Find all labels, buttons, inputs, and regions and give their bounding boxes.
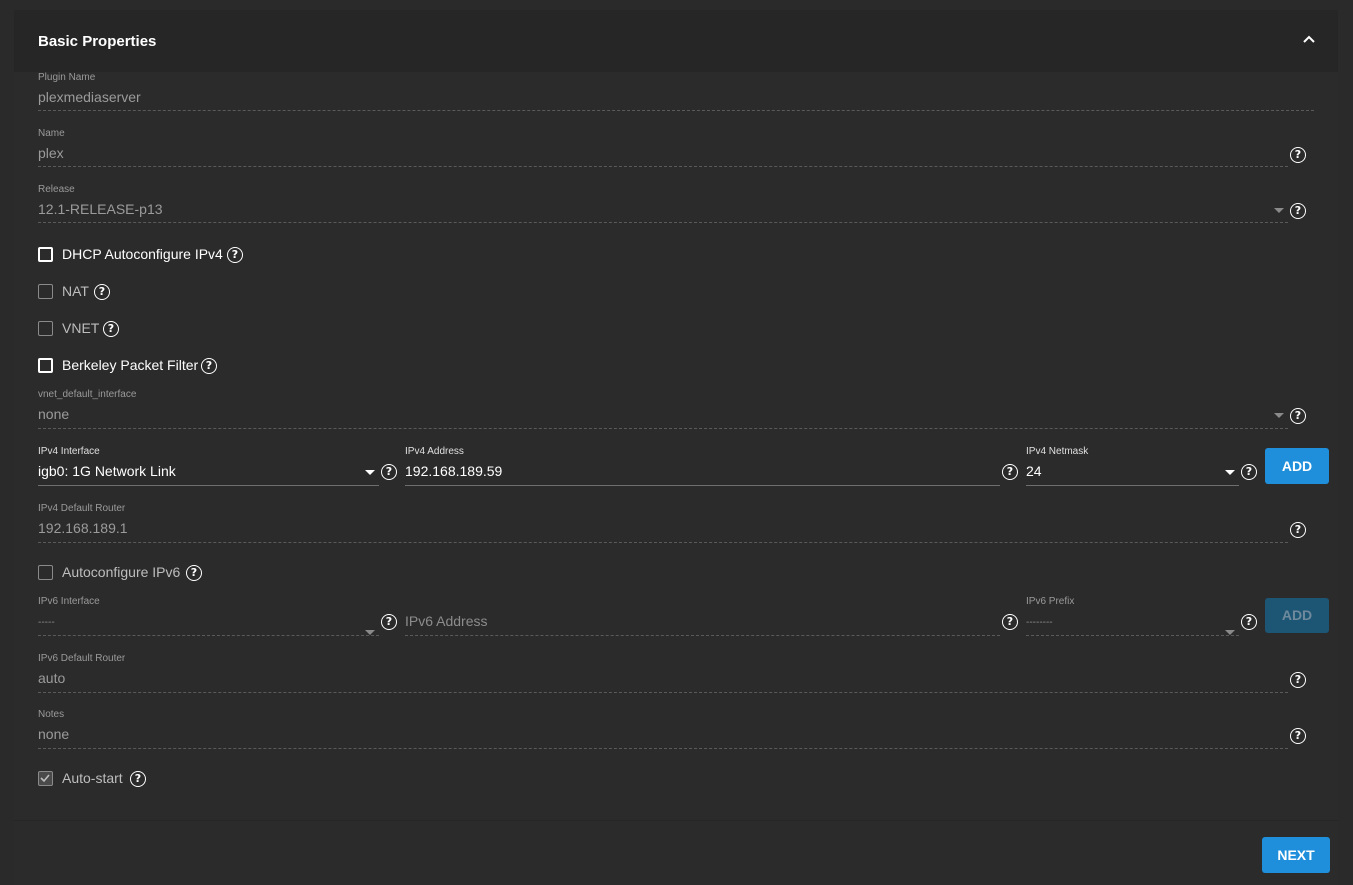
dhcp-help-icon[interactable]: ?: [227, 247, 243, 263]
vnet-default-interface-label: vnet_default_interface: [38, 389, 137, 400]
release-field[interactable]: Release 12.1-RELEASE-p13: [38, 184, 1288, 224]
bpf-help-icon[interactable]: ?: [201, 358, 217, 374]
ipv4-default-router-field[interactable]: IPv4 Default Router 192.168.189.1: [38, 503, 1288, 543]
auto-start-label: Auto-start: [62, 770, 123, 786]
autoconfigure-ipv6-help-icon[interactable]: ?: [186, 565, 202, 581]
ipv4-netmask-field[interactable]: IPv4 Netmask 24: [1026, 446, 1239, 486]
ipv6-default-router-help-icon[interactable]: ?: [1290, 672, 1306, 688]
ipv6-add-button[interactable]: ADD: [1265, 598, 1329, 633]
name-label: Name: [38, 128, 65, 139]
ipv6-interface-field[interactable]: IPv6 Interface -----: [38, 596, 379, 636]
vnet-help-icon[interactable]: ?: [103, 321, 119, 337]
vnet-default-interface-field[interactable]: vnet_default_interface none: [38, 389, 1288, 429]
dhcp-checkbox[interactable]: [38, 247, 53, 262]
ipv6-interface-label: IPv6 Interface: [38, 596, 100, 607]
chevron-up-icon[interactable]: [1302, 32, 1316, 46]
nat-help-icon[interactable]: ?: [94, 284, 110, 300]
vnet-option[interactable]: VNET: [38, 320, 108, 338]
ipv4-interface-help-icon[interactable]: ?: [381, 464, 397, 480]
name-help-icon[interactable]: ?: [1290, 147, 1306, 163]
release-label: Release: [38, 184, 75, 195]
nat-checkbox[interactable]: [38, 284, 53, 299]
ipv4-default-router-underline: [38, 542, 1288, 543]
notes-help-icon[interactable]: ?: [1290, 728, 1306, 744]
ipv4-interface-underline: [38, 485, 379, 486]
ipv4-interface-label: IPv4 Interface: [38, 446, 100, 457]
release-underline: [38, 222, 1288, 223]
ipv4-default-router-label: IPv4 Default Router: [38, 503, 126, 514]
ipv4-netmask-help-icon[interactable]: ?: [1241, 464, 1257, 480]
ipv6-prefix-help-icon[interactable]: ?: [1241, 614, 1257, 630]
bpf-label: Berkeley Packet Filter: [62, 357, 199, 373]
ipv6-default-router-field[interactable]: IPv6 Default Router auto: [38, 653, 1288, 693]
plugin-name-underline: [38, 110, 1314, 111]
card-title: Basic Properties: [38, 33, 157, 50]
ipv6-address-input[interactable]: IPv6 Address: [405, 613, 488, 629]
vnet-checkbox[interactable]: [38, 321, 53, 336]
ipv4-interface-field[interactable]: IPv4 Interface igb0: 1G Network Link: [38, 446, 379, 486]
ipv4-netmask-dropdown-icon[interactable]: [1225, 470, 1235, 475]
ipv6-address-field[interactable]: IPv6 Address: [405, 596, 1000, 636]
vnet-default-interface-help-icon[interactable]: ?: [1290, 408, 1306, 424]
name-field[interactable]: Name plex: [38, 128, 1288, 168]
notes-input[interactable]: none: [38, 726, 69, 742]
notes-field[interactable]: Notes none: [38, 709, 1288, 749]
auto-start-option[interactable]: Auto-start: [38, 770, 133, 788]
autoconfigure-ipv6-option[interactable]: Autoconfigure IPv6: [38, 564, 188, 582]
ipv6-interface-select[interactable]: -----: [38, 617, 55, 628]
auto-start-checkbox[interactable]: [38, 771, 53, 786]
autoconfigure-ipv6-checkbox[interactable]: [38, 565, 53, 580]
ipv6-address-underline: [405, 635, 1000, 636]
vnet-label: VNET: [62, 320, 100, 336]
notes-label: Notes: [38, 709, 65, 720]
ipv4-address-underline: [405, 485, 1000, 486]
plugin-name-field: Plugin Name plexmediaserver: [38, 72, 1314, 112]
next-button[interactable]: NEXT: [1262, 837, 1330, 873]
auto-start-help-icon[interactable]: ?: [130, 771, 146, 787]
vnet-default-interface-underline: [38, 428, 1288, 429]
ipv4-netmask-label: IPv4 Netmask: [1026, 446, 1089, 457]
ipv4-address-input[interactable]: 192.168.189.59: [405, 463, 502, 479]
name-underline: [38, 166, 1288, 167]
ipv4-netmask-select[interactable]: 24: [1026, 463, 1042, 479]
vnet-default-interface-select[interactable]: none: [38, 406, 69, 422]
ipv4-add-button[interactable]: ADD: [1265, 448, 1329, 484]
ipv6-default-router-label: IPv6 Default Router: [38, 653, 126, 664]
release-dropdown-icon[interactable]: [1274, 208, 1284, 213]
notes-underline: [38, 748, 1288, 749]
ipv6-interface-underline: [38, 635, 379, 636]
ipv6-prefix-underline: [1026, 635, 1239, 636]
ipv4-interface-dropdown-icon[interactable]: [365, 470, 375, 475]
basic-properties-card: Basic Properties Plugin Name plexmediase…: [14, 10, 1338, 885]
plugin-name-label: Plugin Name: [38, 72, 96, 83]
ipv4-address-label: IPv4 Address: [405, 446, 464, 457]
name-input[interactable]: plex: [38, 145, 64, 161]
berkeley-packet-filter-option[interactable]: Berkeley Packet Filter: [38, 357, 203, 375]
ipv6-prefix-select[interactable]: --------: [1026, 617, 1053, 628]
ipv4-interface-select[interactable]: igb0: 1G Network Link: [38, 463, 176, 479]
nat-label: NAT: [62, 283, 89, 299]
ipv6-interface-help-icon[interactable]: ?: [381, 614, 397, 630]
card-header[interactable]: Basic Properties: [14, 10, 1338, 72]
dhcp-label: DHCP Autoconfigure IPv4: [62, 246, 223, 262]
ipv6-address-help-icon[interactable]: ?: [1002, 614, 1018, 630]
footer-divider: [14, 820, 1338, 821]
release-select[interactable]: 12.1-RELEASE-p13: [38, 201, 163, 217]
ipv4-address-help-icon[interactable]: ?: [1002, 464, 1018, 480]
bpf-checkbox[interactable]: [38, 358, 53, 373]
ipv4-netmask-underline: [1026, 485, 1239, 486]
plugin-name-value: plexmediaserver: [38, 89, 141, 105]
checkmark-icon: [40, 774, 50, 783]
autoconfigure-ipv6-label: Autoconfigure IPv6: [62, 564, 181, 580]
ipv4-default-router-help-icon[interactable]: ?: [1290, 522, 1306, 538]
ipv4-address-field[interactable]: IPv4 Address 192.168.189.59: [405, 446, 1000, 486]
ipv6-prefix-label: IPv6 Prefix: [1026, 596, 1075, 607]
ipv6-default-router-input[interactable]: auto: [38, 670, 65, 686]
release-help-icon[interactable]: ?: [1290, 203, 1306, 219]
ipv6-prefix-field[interactable]: IPv6 Prefix --------: [1026, 596, 1239, 636]
nat-option[interactable]: NAT: [38, 283, 98, 301]
ipv4-default-router-input[interactable]: 192.168.189.1: [38, 520, 128, 536]
ipv6-default-router-underline: [38, 692, 1288, 693]
vnet-default-interface-dropdown-icon[interactable]: [1274, 413, 1284, 418]
